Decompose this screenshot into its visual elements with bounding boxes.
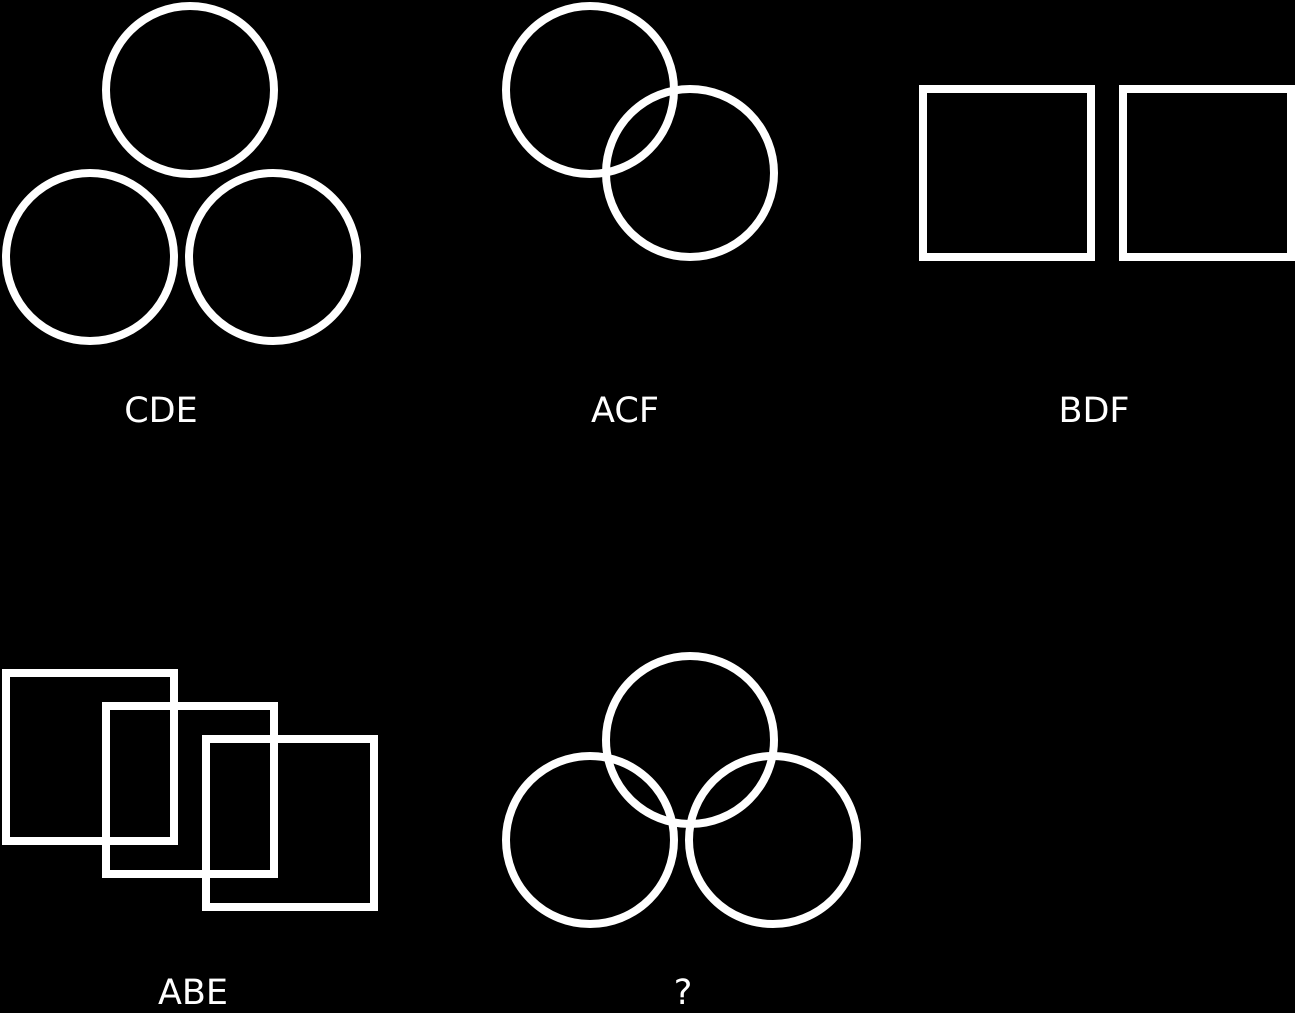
- panel-2-circle-lower: [602, 85, 778, 261]
- panel-5-circle-right: [685, 752, 861, 928]
- figure-svg: [2, 2, 1295, 928]
- panel-5-circle-top: [602, 652, 778, 828]
- panel-4-figure: [2, 669, 378, 911]
- panel-5-label: ?: [673, 973, 693, 1013]
- panel-4-label: ABE: [157, 973, 229, 1013]
- panel-3-figure: [919, 85, 1295, 261]
- panel-1-label: CDE: [124, 391, 198, 431]
- panel-2-figure: [502, 2, 778, 261]
- panel-1-figure: [2, 2, 361, 345]
- panel-5-circle-left: [502, 752, 678, 928]
- panel-3-label: BDF: [1058, 391, 1130, 431]
- panel-3-square-right: [1119, 85, 1295, 261]
- panel-4-square-3: [202, 735, 378, 911]
- panel-2-circle-upper: [502, 2, 678, 178]
- panel-4-square-2: [102, 702, 278, 878]
- panel-1-circle-left: [2, 169, 178, 345]
- panel-5-figure: [502, 652, 861, 928]
- panel-2-label: ACF: [591, 391, 659, 431]
- panel-1-circle-right: [185, 169, 361, 345]
- panel-3-square-left: [919, 85, 1095, 261]
- panel-1-circle-top: [102, 2, 278, 178]
- panel-4-square-1: [2, 669, 178, 845]
- puzzle-canvas: CDE ACF BDF ABE ?: [0, 0, 1295, 1013]
